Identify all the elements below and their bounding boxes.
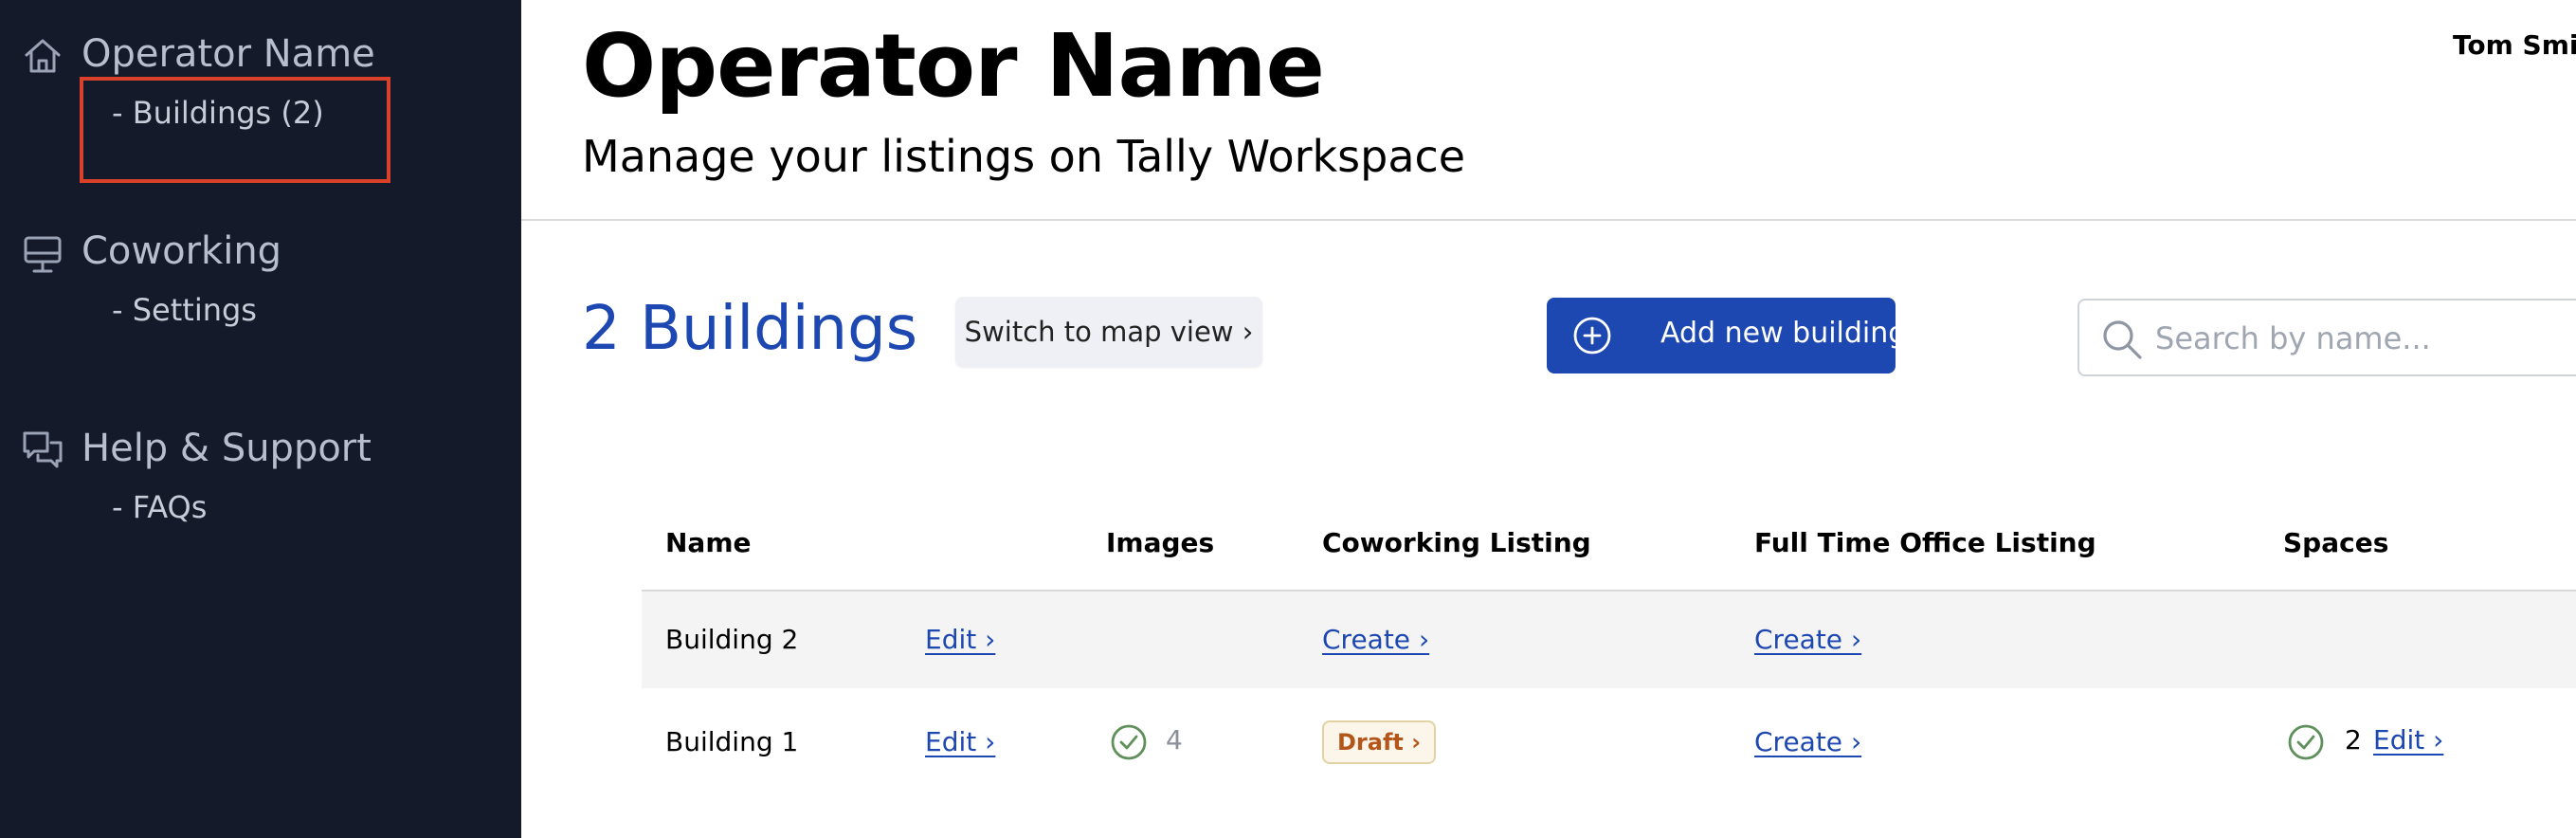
monitor-icon[interactable] bbox=[21, 233, 64, 277]
edit-building-link[interactable]: Edit › bbox=[925, 726, 995, 757]
page-subtitle: Manage your listings on Tally Workspace bbox=[582, 131, 1466, 182]
add-building-button[interactable]: Add new building bbox=[1547, 298, 1906, 373]
sidebar-item-operator[interactable]: Operator Name bbox=[82, 32, 375, 76]
add-building-label: Add new building bbox=[1660, 317, 1907, 350]
check-circle-icon bbox=[1109, 722, 1149, 762]
col-header-spaces: Spaces bbox=[2283, 527, 2389, 558]
draft-badge[interactable]: Draft › bbox=[1322, 720, 1437, 764]
images-count: 4 bbox=[1166, 724, 1183, 756]
buildings-count: 2 Buildings bbox=[582, 294, 918, 364]
edit-spaces-link[interactable]: Edit › bbox=[2373, 724, 2443, 756]
create-coworking-link[interactable]: Create › bbox=[1322, 624, 1429, 655]
search-box[interactable] bbox=[2077, 299, 2576, 376]
col-header-coworking: Coworking Listing bbox=[1322, 527, 1591, 558]
search-icon bbox=[2100, 318, 2144, 361]
sidebar-item-settings[interactable]: - Settings bbox=[112, 292, 257, 328]
map-view-button[interactable]: Switch to map view › bbox=[955, 297, 1262, 367]
home-icon[interactable] bbox=[21, 34, 64, 78]
create-fulltime-link[interactable]: Create › bbox=[1754, 726, 1861, 757]
highlight-box bbox=[80, 77, 390, 183]
chat-bubbles-icon[interactable] bbox=[21, 428, 64, 472]
user-menu[interactable]: Tom Smit bbox=[2453, 29, 2576, 61]
building-name: Building 2 bbox=[665, 624, 799, 655]
page-title: Operator Name bbox=[582, 15, 1325, 117]
sidebar-item-help[interactable]: Help & Support bbox=[82, 427, 372, 470]
col-header-fulltime: Full Time Office Listing bbox=[1754, 527, 2096, 558]
col-header-images: Images bbox=[1106, 527, 1215, 558]
sidebar-item-coworking[interactable]: Coworking bbox=[82, 229, 281, 273]
col-header-name: Name bbox=[665, 527, 752, 558]
edit-building-link[interactable]: Edit › bbox=[925, 624, 995, 655]
header-divider bbox=[521, 219, 2576, 221]
sidebar: Operator Name - Buildings (2) Coworking … bbox=[0, 0, 521, 838]
building-name: Building 1 bbox=[665, 726, 799, 757]
sidebar-item-faqs[interactable]: - FAQs bbox=[112, 489, 207, 525]
create-fulltime-link[interactable]: Create › bbox=[1754, 624, 1861, 655]
check-circle-icon bbox=[2286, 722, 2326, 762]
spaces-count: 2 bbox=[2345, 724, 2362, 756]
search-input[interactable] bbox=[2155, 314, 2576, 363]
plus-circle-icon bbox=[1571, 315, 1613, 356]
